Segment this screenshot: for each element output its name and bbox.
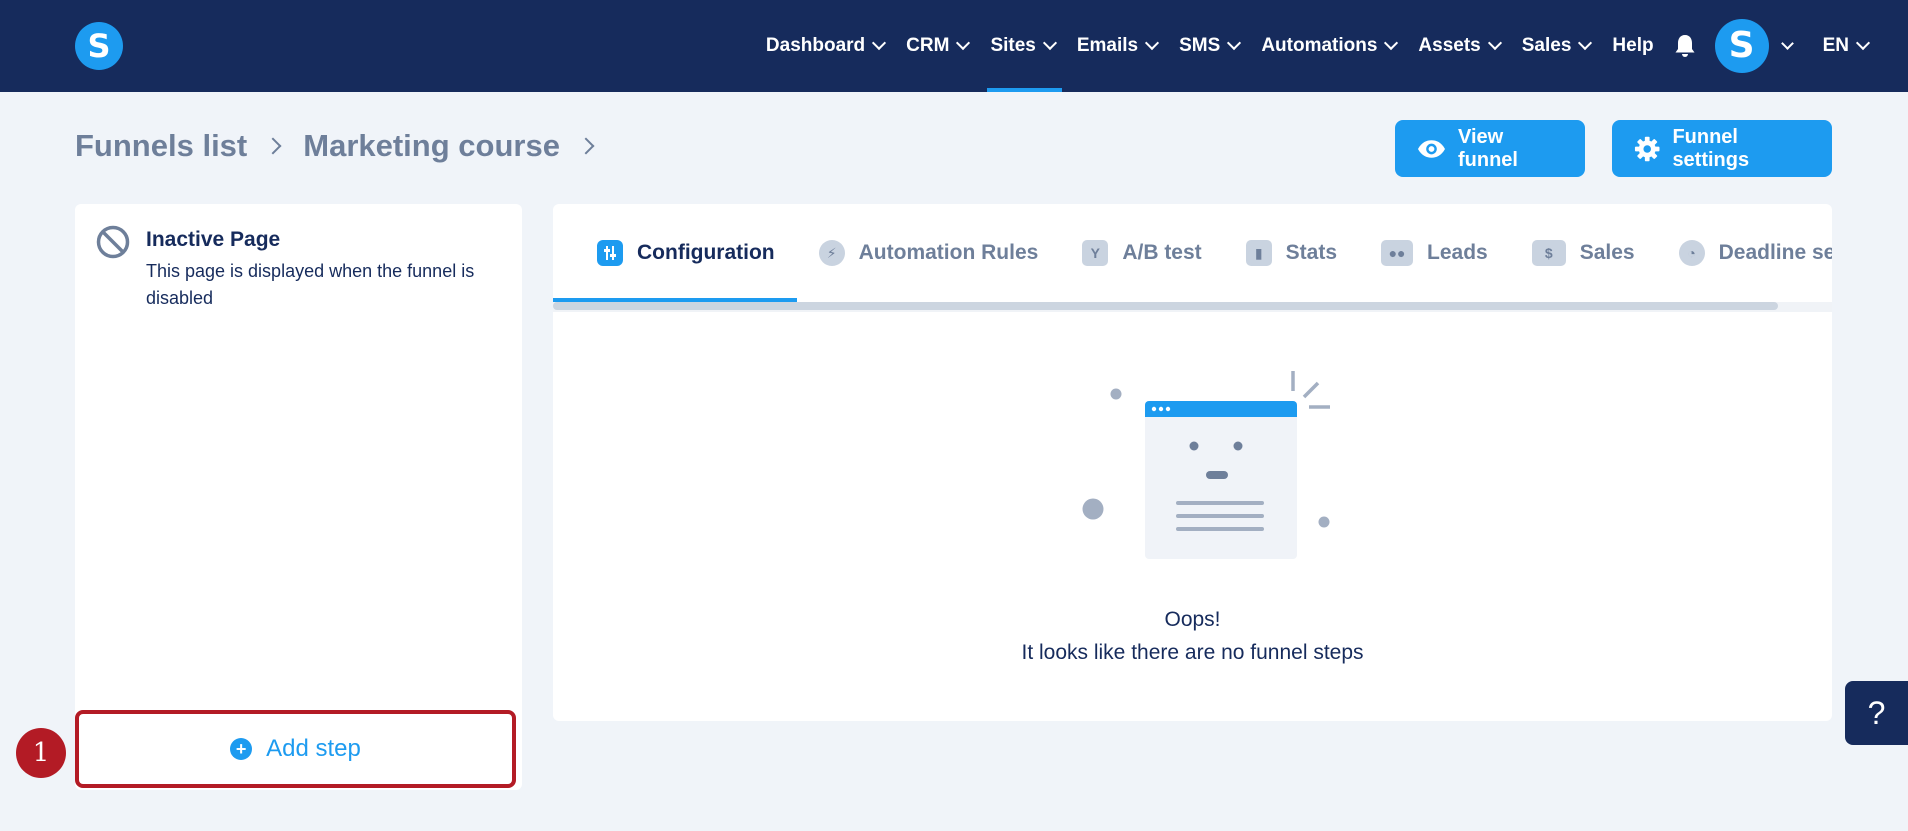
add-step-button[interactable]: + Add step [75,710,516,788]
tab-label: Configuration [637,241,775,264]
language-selector[interactable]: EN [1812,0,1871,92]
tab-configuration[interactable]: Configuration [553,204,797,302]
bar-chart-icon: ▮ [1245,240,1272,266]
tab-label: Automation Rules [858,241,1039,264]
add-step-label: Add step [266,735,361,762]
breadcrumb-current[interactable]: Marketing course [303,128,560,164]
split-icon: Y [1082,240,1109,266]
nav-automations[interactable]: Automations [1250,0,1407,92]
nav-sites[interactable]: Sites [979,0,1065,92]
nav-sales[interactable]: Sales [1511,0,1602,92]
tabs-scrollbar[interactable] [553,302,1832,312]
users-icon: ●● [1381,240,1414,266]
funnel-content-panel: Configuration ⚡ Automation Rules Y A/B t… [553,204,1832,721]
tab-label: Stats [1285,241,1338,264]
top-navbar: S Dashboard CRM Sites Emails SMS Automat… [0,0,1908,92]
chevron-down-icon [1042,35,1057,51]
view-funnel-button[interactable]: View funnel [1395,120,1585,177]
tab-leads[interactable]: ●● Leads [1359,204,1510,302]
gear-icon [1634,136,1660,161]
dollar-icon: $ [1531,240,1566,266]
chevron-down-icon [1487,35,1502,51]
chevron-down-icon [872,35,887,51]
main-nav: Dashboard CRM Sites Emails SMS Automatio… [755,0,1908,92]
empty-state-title: Oops! [1164,608,1221,631]
bolt-icon: ⚡ [818,240,845,266]
funnel-steps-panel: Inactive Page This page is displayed whe… [75,204,522,790]
eye-icon [1417,139,1446,158]
language-label: EN [1822,35,1849,56]
inactive-page-description: This page is displayed when the funnel i… [146,261,475,308]
empty-state-message: It looks like there are no funnel steps [1021,641,1364,664]
breadcrumb: Funnels list Marketing course [75,128,616,164]
nav-label: Help [1612,35,1654,56]
chevron-right-icon [264,137,282,155]
nav-label: SMS [1179,35,1221,56]
sliders-icon [597,240,623,266]
nav-label: Sales [1521,35,1572,56]
ban-icon [96,225,130,259]
funnel-settings-label: Funnel settings [1672,125,1750,171]
clock-icon: ◔ [1678,240,1705,266]
tab-label: Leads [1427,241,1488,264]
view-funnel-label: View funnel [1457,125,1518,171]
tab-automation-rules[interactable]: ⚡ Automation Rules [797,204,1061,302]
nav-help[interactable]: Help [1601,0,1664,92]
nav-label: Emails [1076,35,1139,56]
app-logo[interactable]: S [75,22,123,70]
inactive-page-title[interactable]: Inactive Page [146,228,280,252]
step-number-badge: 1 [16,728,66,778]
nav-label: Dashboard [765,35,866,56]
breadcrumb-funnels-list[interactable]: Funnels list [75,128,247,164]
empty-state-illustration [1082,371,1330,559]
tab-label: A/B test [1122,241,1202,264]
chevron-down-icon [1780,36,1794,50]
chevron-down-icon [1227,35,1242,51]
tab-sales[interactable]: $ Sales [1510,204,1657,302]
bell-icon[interactable] [1673,33,1697,59]
chevron-down-icon [1578,35,1593,51]
nav-label: Sites [990,35,1036,56]
chevron-down-icon [1855,35,1871,51]
chevron-right-icon [577,137,595,155]
tab-label: Deadline setti [1718,241,1832,264]
plus-circle-icon: + [230,738,253,760]
tab-stats[interactable]: ▮ Stats [1224,204,1359,302]
chevron-down-icon [1145,35,1160,51]
user-menu[interactable]: S [1714,19,1812,73]
funnel-settings-button[interactable]: Funnel settings [1612,120,1832,177]
tab-label: Sales [1579,241,1635,264]
nav-label: Assets [1418,35,1481,56]
nav-assets[interactable]: Assets [1407,0,1510,92]
chevron-down-icon [1384,35,1399,51]
tab-ab-test[interactable]: Y A/B test [1060,204,1223,302]
avatar[interactable]: S [1714,19,1769,73]
nav-label: Automations [1261,35,1378,56]
nav-label: CRM [906,35,950,56]
tabs-scrollbar-thumb[interactable] [553,302,1778,310]
funnel-tabs: Configuration ⚡ Automation Rules Y A/B t… [553,204,1832,302]
nav-crm[interactable]: CRM [895,0,979,92]
chevron-down-icon [956,35,971,51]
nav-sms[interactable]: SMS [1168,0,1250,92]
nav-emails[interactable]: Emails [1066,0,1168,92]
help-button[interactable]: ? [1845,681,1908,745]
nav-dashboard[interactable]: Dashboard [755,0,895,92]
tab-deadline-settings[interactable]: ◔ Deadline setti [1657,204,1832,302]
